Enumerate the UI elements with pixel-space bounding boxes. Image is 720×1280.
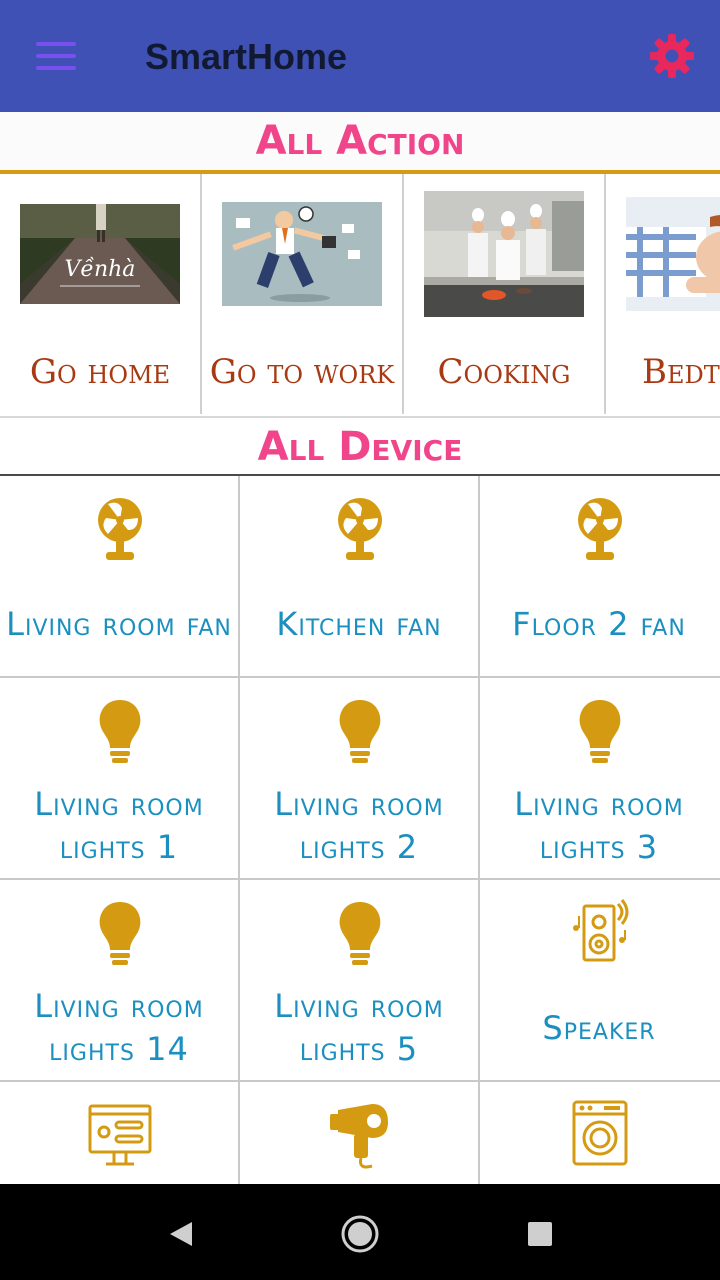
devices-grid: Living room fan Kitchen fan Floor 2 fan … [0, 476, 720, 1184]
action-card-go-to-work[interactable]: Go to work [202, 174, 404, 414]
device-living-room-fan[interactable]: Living room fan [0, 476, 240, 678]
action-label: Go home [29, 352, 171, 392]
device-label: Kitchen fan [276, 604, 442, 643]
fan-icon [338, 498, 382, 560]
device-label: Living room lights 3 [514, 785, 684, 866]
device-kitchen-fan[interactable]: Kitchen fan [240, 476, 480, 678]
app-title: SmartHome [145, 36, 348, 77]
back-triangle-icon[interactable] [152, 1206, 208, 1262]
app-bar: SmartHome [0, 0, 720, 112]
home-circle-icon[interactable] [332, 1206, 388, 1262]
recents-square-icon[interactable] [512, 1206, 568, 1262]
action-label: Bedt [642, 352, 720, 392]
speaker-icon [573, 899, 629, 962]
chefs-cooking-photo [424, 191, 584, 317]
device-label: Living room lights 2 [274, 785, 444, 866]
light-bulb-icon [339, 902, 381, 965]
action-card-go-home[interactable]: Vềnhà Go home [0, 174, 202, 414]
hamburger-menu-icon[interactable] [24, 34, 88, 78]
device-living-room-lights-5[interactable]: Living room lights 5 [240, 880, 480, 1082]
device-living-room-lights-1[interactable]: Living room lights 1 [0, 678, 240, 880]
device-label: Living room lights 1 [34, 785, 204, 866]
device-hair-dryer[interactable] [240, 1082, 480, 1184]
device-living-room-lights-2[interactable]: Living room lights 2 [240, 678, 480, 880]
fan-icon [98, 498, 142, 560]
control-panel-icon [88, 1104, 152, 1166]
action-card-bedtime[interactable]: Bedt [606, 174, 720, 414]
actions-carousel[interactable]: Vềnhà Go home Go to work Cooking Bedt [0, 174, 720, 416]
person-sleeping-photo [626, 197, 720, 311]
device-speaker[interactable]: Speaker [480, 880, 720, 1082]
device-control-panel[interactable] [0, 1082, 240, 1184]
action-label: Cooking [437, 352, 571, 392]
hair-dryer-icon [330, 1104, 388, 1169]
action-card-cooking[interactable]: Cooking [404, 174, 606, 414]
device-label: Living room lights 14 [34, 987, 204, 1068]
light-bulb-icon [339, 700, 381, 763]
device-living-room-lights-3[interactable]: Living room lights 3 [480, 678, 720, 880]
device-label: Floor 2 fan [512, 604, 686, 643]
system-nav-bar [0, 1184, 720, 1280]
washing-machine-icon [572, 1100, 628, 1166]
busy-businessman-illustration [222, 202, 382, 306]
light-bulb-icon [579, 700, 621, 763]
forest-path-vehome-photo: Vềnhà [20, 204, 180, 304]
light-bulb-icon [99, 902, 141, 965]
light-bulb-icon [99, 700, 141, 763]
all-action-header: All Action [0, 112, 720, 174]
device-washing-machine[interactable] [480, 1082, 720, 1184]
device-label: Living room fan [6, 604, 232, 643]
device-floor-2-fan[interactable]: Floor 2 fan [480, 476, 720, 678]
action-label: Go to work [209, 352, 395, 392]
fan-icon [578, 498, 622, 560]
svg-text:Vềnhà: Vềnhà [65, 256, 136, 282]
all-device-header: All Device [0, 416, 720, 476]
gear-icon[interactable] [648, 32, 696, 80]
device-label: Living room lights 5 [274, 987, 444, 1068]
device-living-room-lights-14[interactable]: Living room lights 14 [0, 880, 240, 1082]
device-label: Speaker [542, 1008, 656, 1047]
